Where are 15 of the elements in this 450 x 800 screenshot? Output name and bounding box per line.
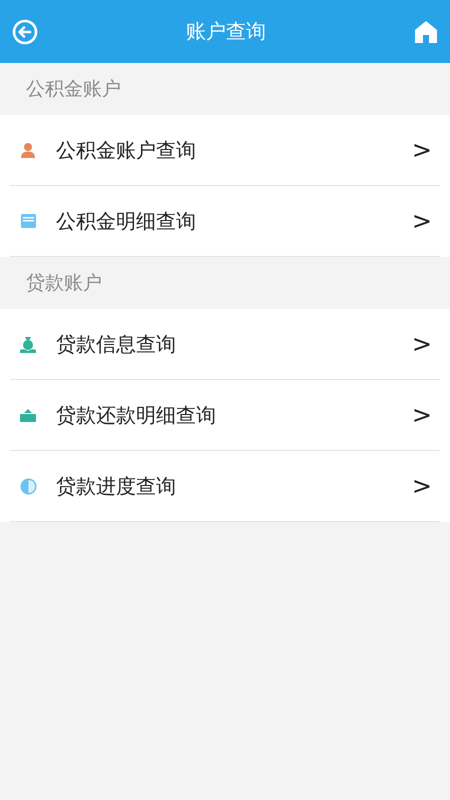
wallet-icon (20, 408, 36, 422)
home-icon[interactable] (414, 20, 438, 44)
money-bag-icon (20, 336, 36, 352)
progress-icon (20, 478, 36, 494)
person-icon (20, 142, 36, 158)
page-title: 账户查询 (186, 18, 266, 45)
chevron-icon: > (412, 136, 432, 164)
chevron-icon: > (412, 330, 432, 358)
section-title: 公积金账户 (26, 77, 121, 102)
chevron-icon: > (412, 401, 432, 429)
chevron-icon: > (412, 207, 432, 235)
document-icon (20, 214, 36, 228)
back-icon[interactable] (12, 18, 38, 44)
section-title: 贷款账户 (26, 271, 102, 296)
chevron-icon: > (412, 472, 432, 500)
